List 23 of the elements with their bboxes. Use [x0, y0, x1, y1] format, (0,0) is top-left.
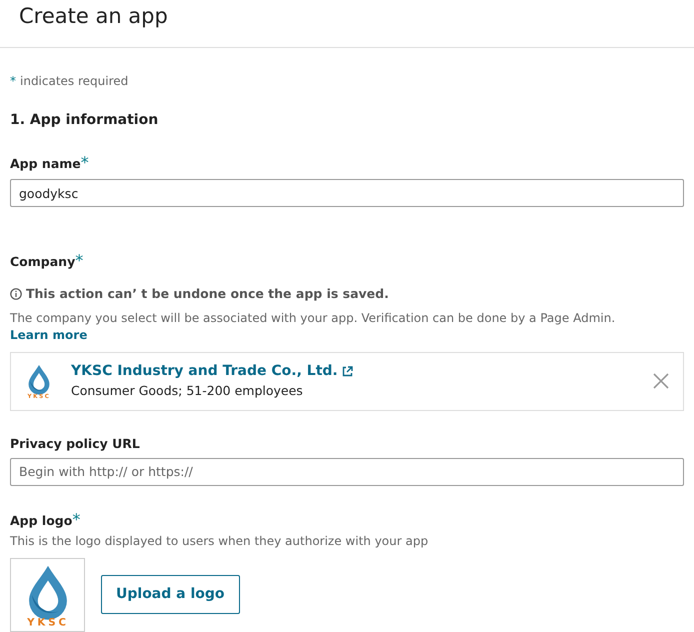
learn-more-link[interactable]: Learn more: [10, 328, 88, 342]
field-label: App logo: [10, 512, 72, 530]
required-mark: *: [80, 152, 89, 174]
warning-message: This action can’ t be undone once the app is saved.: [26, 285, 389, 303]
privacy-url-field[interactable]: Begin with http:// or https://: [10, 458, 684, 486]
required-mark: *: [10, 73, 16, 90]
field-label: Company: [10, 253, 76, 271]
external-link-icon: [342, 366, 353, 378]
company-description: The company you select will be associated with your app. Verification can be done by a Page Admin. Learn more: [10, 310, 616, 344]
page-title: Create an app: [0, 0, 694, 48]
section-title: 1. App information: [10, 111, 160, 130]
required-mark: *: [72, 508, 80, 530]
upload-logo-button[interactable]: Upload a logo: [101, 575, 240, 614]
field-label: App name: [10, 155, 81, 173]
company-name-link[interactable]: YKSC Industry and Trade Co., Ltd.: [71, 361, 338, 382]
required-mark: *: [75, 250, 84, 272]
company-details: Consumer Goods; 51-200 employees: [71, 382, 304, 400]
help-text: This is the logo displayed to users when they authorize with your app: [10, 532, 430, 550]
info-icon: [10, 288, 22, 300]
required-note: indicates required: [20, 73, 128, 90]
close-icon[interactable]: [653, 373, 669, 390]
field-label: Privacy policy URL: [10, 434, 140, 453]
app-name-field[interactable]: goodyksc: [10, 179, 684, 207]
